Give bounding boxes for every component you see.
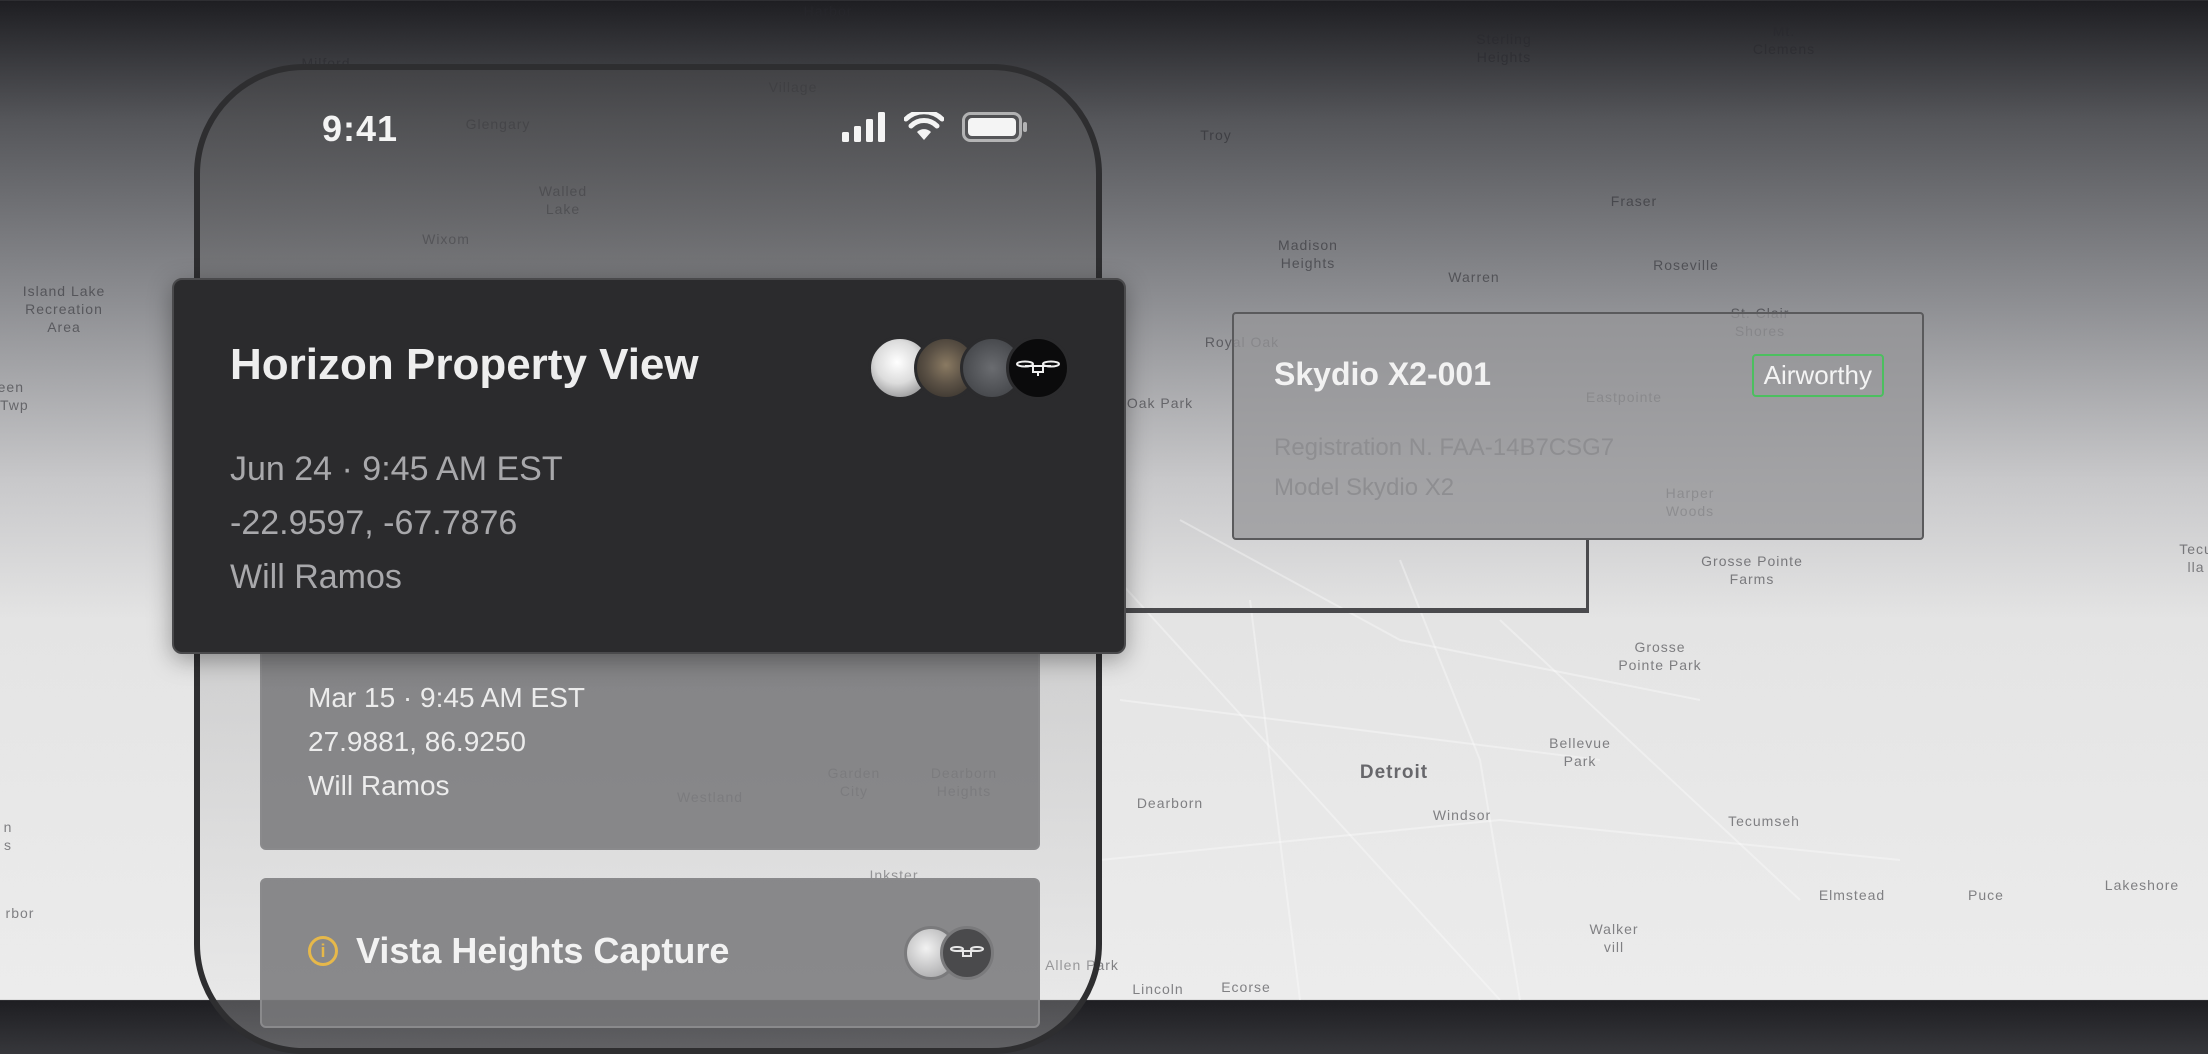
flight-card-main[interactable]: Horizon Property View Jun 24 · 9:45 AM E… bbox=[172, 278, 1126, 654]
signal-icon bbox=[842, 112, 886, 147]
wifi-icon bbox=[903, 109, 945, 147]
drone-card[interactable]: Skydio X2-001 Airworthy Registration N. … bbox=[1232, 312, 1924, 540]
avatar-group bbox=[868, 336, 1070, 400]
flight-title: Vista Heights Capture bbox=[356, 930, 730, 971]
avatar-group bbox=[904, 926, 994, 980]
drone-icon bbox=[1006, 336, 1070, 400]
flight-coords: 27.9881, 86.9250 bbox=[308, 726, 526, 757]
flight-title: Horizon Property View bbox=[230, 340, 699, 389]
flight-card-3[interactable]: i Vista Heights Capture bbox=[260, 878, 1040, 1028]
flight-date: Jun 24 · 9:45 AM EST bbox=[230, 450, 563, 488]
drone-model: Model Skydio X2 bbox=[1274, 474, 1455, 501]
battery-icon bbox=[962, 112, 1028, 147]
status-time: 9:41 bbox=[322, 108, 399, 149]
drone-registration: Registration N. FAA-14B7CSG7 bbox=[1274, 434, 1615, 461]
connector-line-h bbox=[1126, 608, 1588, 611]
status-icons bbox=[842, 109, 1028, 147]
flight-pilot: Will Ramos bbox=[230, 558, 402, 596]
drone-icon bbox=[940, 926, 994, 980]
flight-card-2[interactable]: Mar 15 · 9:45 AM EST 27.9881, 86.9250 Wi… bbox=[260, 640, 1040, 850]
info-icon: i bbox=[308, 936, 338, 966]
drone-name: Skydio X2-001 bbox=[1274, 356, 1491, 392]
flight-coords: -22.9597, -67.7876 bbox=[230, 504, 518, 542]
connector-line bbox=[1126, 540, 1589, 613]
status-badge: Airworthy bbox=[1751, 354, 1884, 397]
flight-date: Mar 15 · 9:45 AM EST bbox=[308, 682, 585, 713]
flight-pilot: Will Ramos bbox=[308, 770, 450, 801]
